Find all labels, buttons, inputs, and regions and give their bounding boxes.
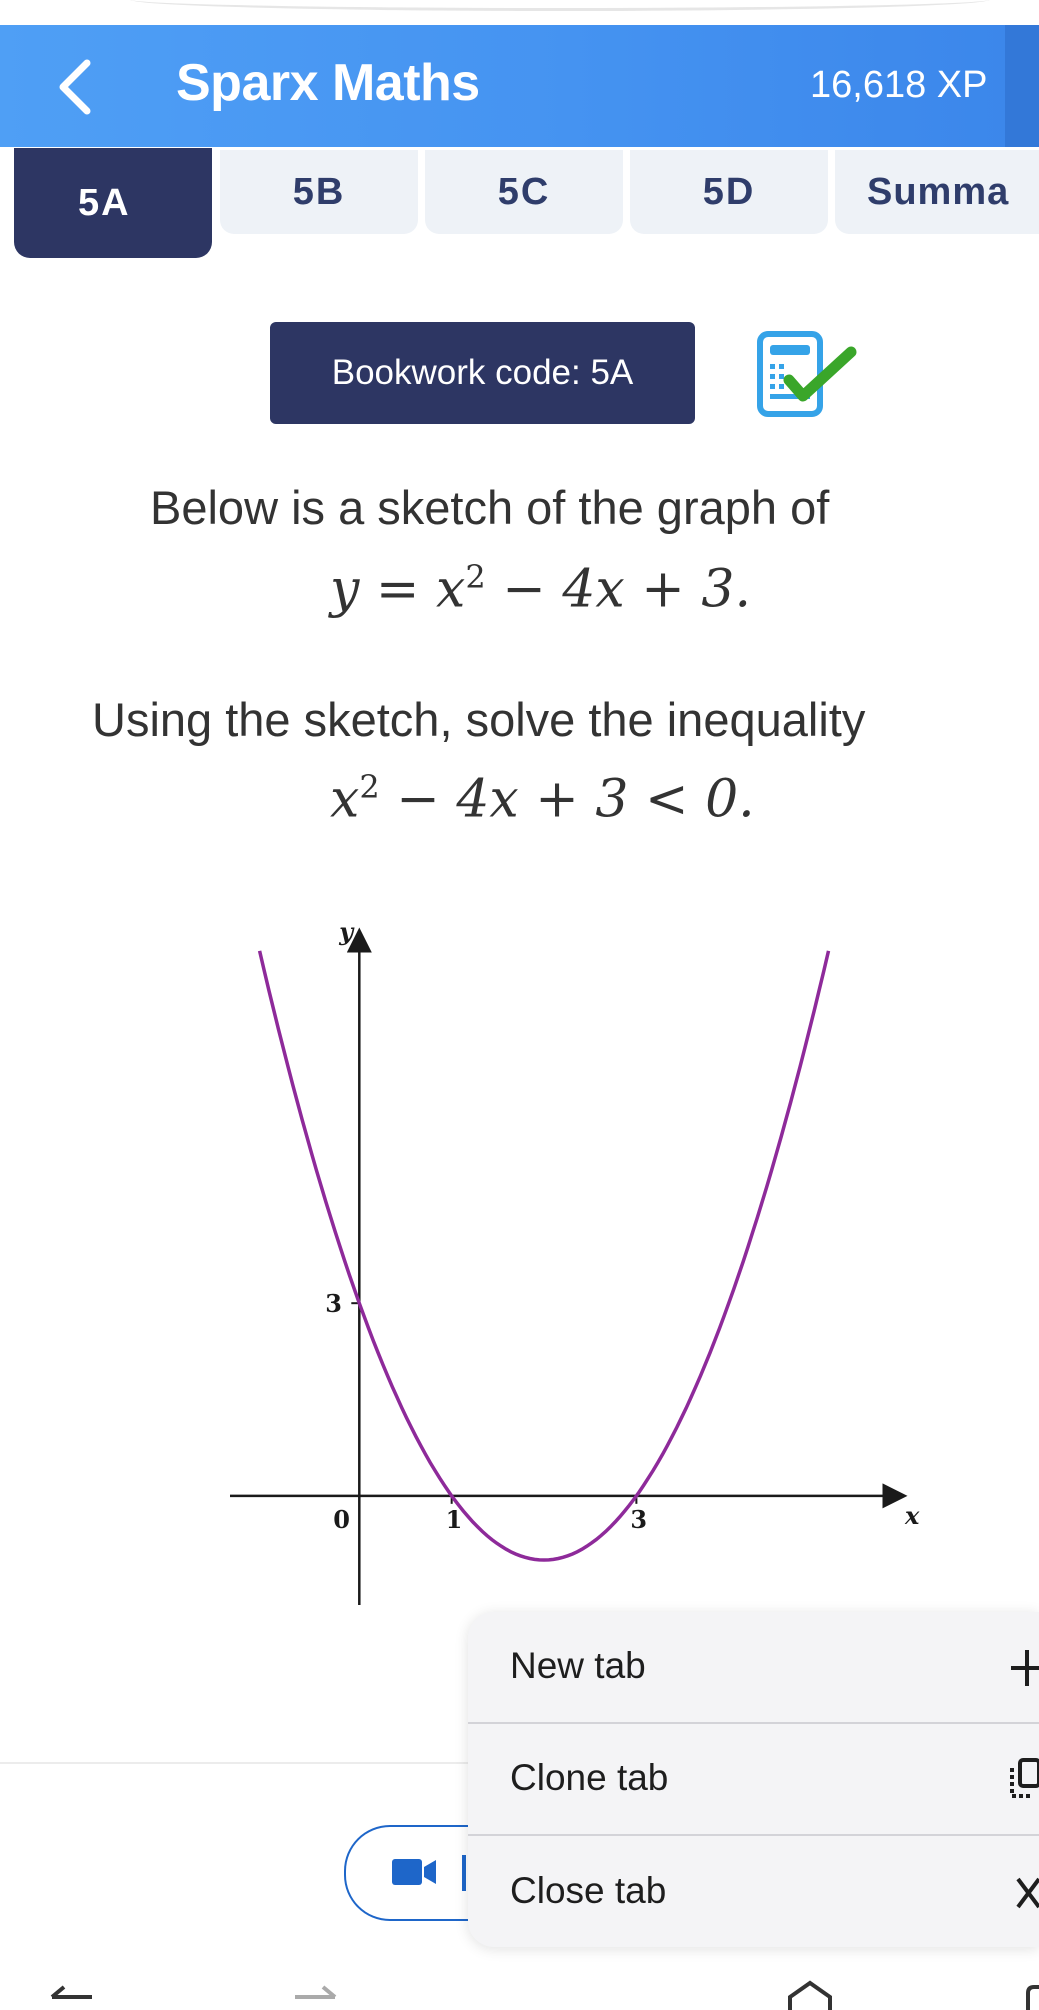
inequality-exponent: 2 [359,768,380,806]
tab-5b[interactable]: 5B [220,150,418,234]
x-tick-label: 0 [333,1505,350,1534]
divider [0,1762,468,1764]
arrow-right-icon[interactable] [295,1985,337,1999]
inequality: x2 − 4x + 3 < 0. [330,768,755,829]
question-line-1: Below is a sketch of the graph of [150,481,830,534]
menu-separator [468,1834,1039,1836]
menu-item-label: Clone tab [510,1757,669,1798]
x-tick-label: 1 [446,1505,463,1534]
tab-summary[interactable]: Summa [835,150,1039,234]
question-line-2: Using the sketch, solve the inequality [92,693,866,746]
home-icon[interactable] [788,1980,832,2010]
inequality-x: x [330,769,360,830]
y-tick-label: 3 [325,1289,342,1318]
tab-label: 5D [702,170,756,213]
menu-item-clone-tab[interactable]: Clone tab [468,1724,1039,1832]
equation: y = x2 − 4x + 3. [330,558,751,619]
xp-counter: 16,618 XP [810,64,988,106]
back-button[interactable] [40,52,110,122]
app-title: Sparx Maths [176,54,480,112]
menu-item-new-tab[interactable]: New tab [468,1612,1039,1720]
tab-label: Summa [867,170,1010,213]
tab-context-menu: New tab Clone tab Close tab [468,1612,1039,1947]
parabola-curve [257,950,831,1562]
tab-label: 5A [78,181,131,224]
x-tick-label: 3 [630,1505,647,1534]
equation-rest: − 4x + 3. [485,559,751,620]
tab-label: 5C [497,170,551,213]
plus-icon [1011,1650,1039,1686]
equation-x: x [436,559,466,620]
menu-item-label: Close tab [510,1870,667,1911]
menu-item-label: New tab [510,1645,646,1686]
bookwork-code: Bookwork code: 5A [270,322,695,424]
inequality-rest: − 4x + 3 < 0. [379,769,755,830]
tabs-icon[interactable] [1026,1985,1039,2010]
chevron-left-icon [59,59,91,115]
browser-nav-bar [50,1980,1039,2010]
equation-lhs: y [330,559,360,620]
parabola-graph: y x 3 0 1 3 [230,917,920,1605]
tab-5a[interactable]: 5A [14,148,212,258]
y-axis-label: y [338,917,355,946]
equals-sign: = [359,559,437,620]
x-axis-label: x [904,1501,920,1530]
menu-item-close-tab[interactable]: Close tab [468,1837,1039,1945]
top-edge-decoration [130,0,990,11]
close-icon [1016,1877,1039,1909]
arrow-left-icon[interactable] [50,1985,92,1999]
calculator-check-icon[interactable] [755,330,865,425]
clone-icon [1010,1758,1039,1798]
equation-exponent: 2 [465,558,486,596]
tab-5d[interactable]: 5D [630,150,828,234]
tab-5c[interactable]: 5C [425,150,623,234]
tab-label: 5B [292,170,346,213]
header-edge [1005,25,1039,147]
